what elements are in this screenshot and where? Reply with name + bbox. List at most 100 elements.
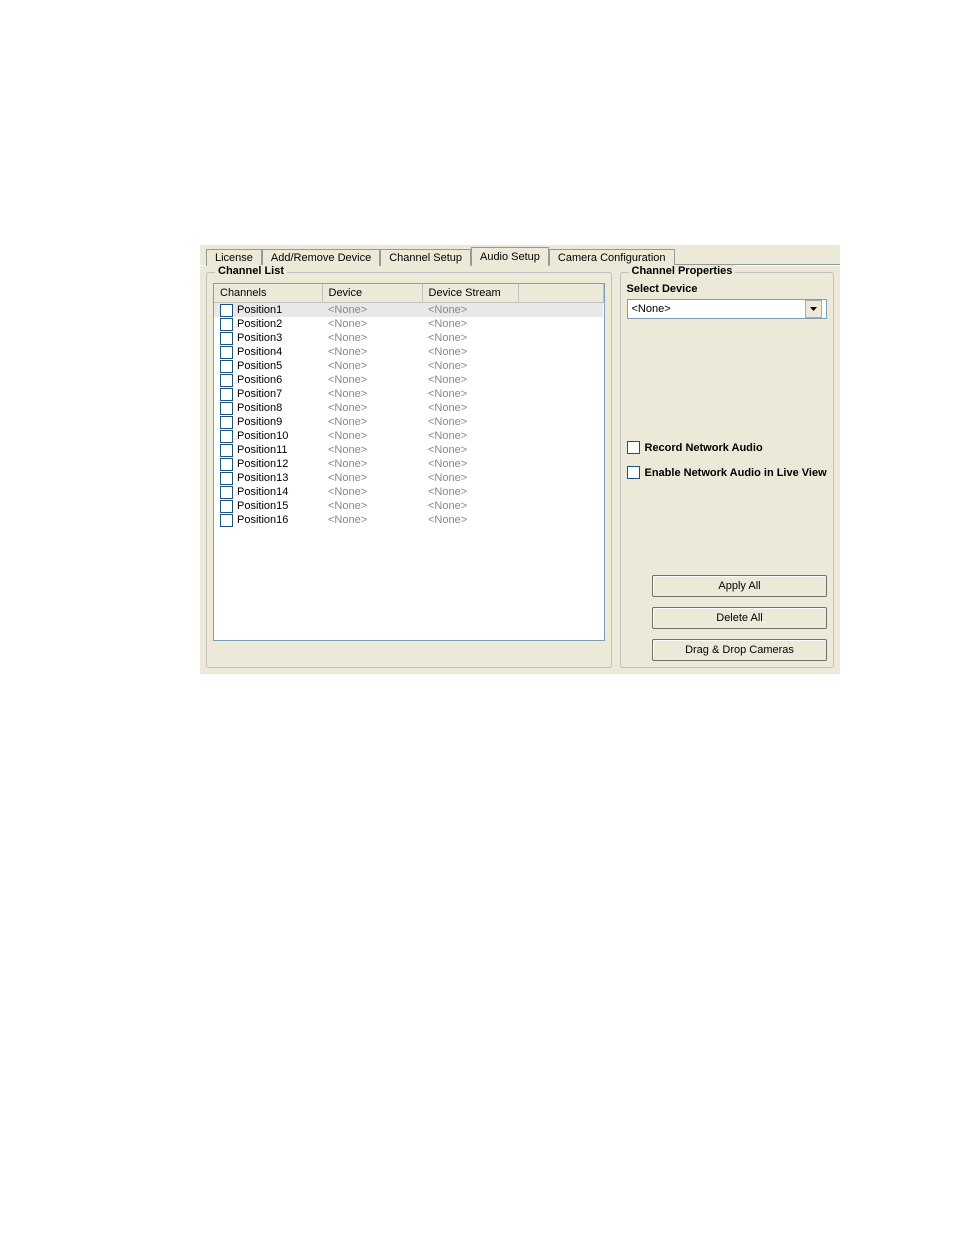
- table-row[interactable]: Position1<None><None>: [214, 303, 603, 318]
- table-row[interactable]: Position3 <None><None>: [214, 331, 603, 345]
- checkbox-icon[interactable]: [220, 486, 233, 499]
- checkbox-icon[interactable]: [220, 444, 233, 457]
- tab-label: Add/Remove Device: [271, 252, 371, 264]
- stream-cell: <None>: [422, 443, 518, 457]
- device-cell: <None>: [322, 359, 422, 373]
- table-row[interactable]: Position5 <None><None>: [214, 359, 603, 373]
- channel-name: Position5: [237, 360, 282, 372]
- stream-cell: <None>: [422, 303, 518, 318]
- table-row[interactable]: Position12<None><None>: [214, 457, 603, 471]
- table-row[interactable]: Position7<None><None>: [214, 387, 603, 401]
- col-header-device-stream[interactable]: Device Stream: [422, 284, 518, 303]
- table-row[interactable]: Position13<None><None>: [214, 471, 603, 485]
- channel-name: Position14: [237, 486, 288, 498]
- table-row[interactable]: Position14 <None><None>: [214, 485, 603, 499]
- checkbox-icon[interactable]: [220, 304, 233, 317]
- tab-label: Camera Configuration: [558, 252, 666, 264]
- button-label: Drag & Drop Cameras: [685, 644, 794, 656]
- device-cell: <None>: [322, 345, 422, 359]
- channel-name: Position12: [237, 458, 288, 470]
- channel-name: Position10: [237, 430, 288, 442]
- table-row[interactable]: Position4<None><None>: [214, 345, 603, 359]
- stream-cell: <None>: [422, 331, 518, 345]
- channel-name: Position2: [237, 318, 282, 330]
- device-cell: <None>: [322, 485, 422, 499]
- tab-content: Channel List Channels Device Device Stre…: [200, 265, 840, 674]
- channel-properties-group: Channel Properties Select Device <None> …: [620, 272, 835, 668]
- channel-name: Position3: [237, 332, 282, 344]
- apply-all-button[interactable]: Apply All: [652, 575, 827, 597]
- checkbox-icon[interactable]: [220, 402, 233, 415]
- stream-cell: <None>: [422, 499, 518, 513]
- channel-name: Position16: [237, 514, 288, 526]
- device-cell: <None>: [322, 471, 422, 485]
- stream-cell: <None>: [422, 359, 518, 373]
- checkbox-icon: [627, 441, 640, 454]
- col-header-blank: [518, 284, 603, 303]
- record-network-audio-label: Record Network Audio: [645, 442, 763, 454]
- table-row[interactable]: Position6<None><None>: [214, 373, 603, 387]
- tab-add-remove-device[interactable]: Add/Remove Device: [262, 249, 380, 266]
- checkbox-icon[interactable]: [220, 332, 233, 345]
- col-header-channels[interactable]: Channels: [214, 284, 322, 303]
- tab-audio-setup[interactable]: Audio Setup: [471, 247, 549, 266]
- channel-list-group: Channel List Channels Device Device Stre…: [206, 272, 612, 668]
- stream-cell: <None>: [422, 429, 518, 443]
- stream-cell: <None>: [422, 401, 518, 415]
- channel-name: Position11: [237, 444, 288, 456]
- channel-list-title: Channel List: [215, 265, 287, 277]
- tab-channel-setup[interactable]: Channel Setup: [380, 249, 471, 266]
- enable-network-audio-label: Enable Network Audio in Live View: [645, 467, 827, 479]
- checkbox-icon[interactable]: [220, 346, 233, 359]
- checkbox-icon[interactable]: [220, 360, 233, 373]
- table-row[interactable]: Position16 <None><None>: [214, 513, 603, 527]
- tab-camera-configuration[interactable]: Camera Configuration: [549, 249, 675, 266]
- device-cell: <None>: [322, 331, 422, 345]
- device-cell: <None>: [322, 387, 422, 401]
- device-cell: <None>: [322, 401, 422, 415]
- checkbox-icon[interactable]: [220, 458, 233, 471]
- table-row[interactable]: Position9<None><None>: [214, 415, 603, 429]
- channel-name: Position4: [237, 346, 282, 358]
- button-label: Delete All: [716, 612, 762, 624]
- checkbox-icon[interactable]: [220, 500, 233, 513]
- device-cell: <None>: [322, 429, 422, 443]
- checkbox-icon[interactable]: [220, 416, 233, 429]
- channel-name: Position8: [237, 402, 282, 414]
- checkbox-icon[interactable]: [220, 514, 233, 527]
- chevron-down-icon: [805, 300, 822, 318]
- table-row[interactable]: Position11 <None><None>: [214, 443, 603, 457]
- checkbox-icon[interactable]: [220, 374, 233, 387]
- channel-list-table-container: Channels Device Device Stream Position1<…: [213, 283, 605, 641]
- channel-name: Position9: [237, 416, 282, 428]
- tab-license[interactable]: License: [206, 249, 262, 266]
- tab-strip: License Add/Remove Device Channel Setup …: [200, 245, 840, 265]
- device-cell: <None>: [322, 443, 422, 457]
- table-row[interactable]: Position8 <None><None>: [214, 401, 603, 415]
- checkbox-icon[interactable]: [220, 430, 233, 443]
- delete-all-button[interactable]: Delete All: [652, 607, 827, 629]
- device-cell: <None>: [322, 303, 422, 318]
- checkbox-icon[interactable]: [220, 318, 233, 331]
- checkbox-icon[interactable]: [220, 388, 233, 401]
- select-device-dropdown[interactable]: <None>: [627, 299, 828, 319]
- table-row[interactable]: Position2<None><None>: [214, 317, 603, 331]
- stream-cell: <None>: [422, 513, 518, 527]
- stream-cell: <None>: [422, 485, 518, 499]
- channel-properties-title: Channel Properties: [629, 265, 736, 277]
- tab-label: Audio Setup: [480, 251, 540, 263]
- col-header-device[interactable]: Device: [322, 284, 422, 303]
- table-row[interactable]: Position15<None><None>: [214, 499, 603, 513]
- record-network-audio-row[interactable]: Record Network Audio: [627, 441, 828, 454]
- select-device-label: Select Device: [627, 283, 828, 295]
- drag-drop-cameras-button[interactable]: Drag & Drop Cameras: [652, 639, 827, 661]
- channel-list-table: Channels Device Device Stream Position1<…: [214, 284, 604, 527]
- table-row[interactable]: Position10 <None><None>: [214, 429, 603, 443]
- device-cell: <None>: [322, 457, 422, 471]
- enable-network-audio-row[interactable]: Enable Network Audio in Live View: [627, 466, 828, 479]
- device-cell: <None>: [322, 513, 422, 527]
- checkbox-icon[interactable]: [220, 472, 233, 485]
- select-device-value: <None>: [632, 303, 671, 315]
- device-cell: <None>: [322, 317, 422, 331]
- device-cell: <None>: [322, 373, 422, 387]
